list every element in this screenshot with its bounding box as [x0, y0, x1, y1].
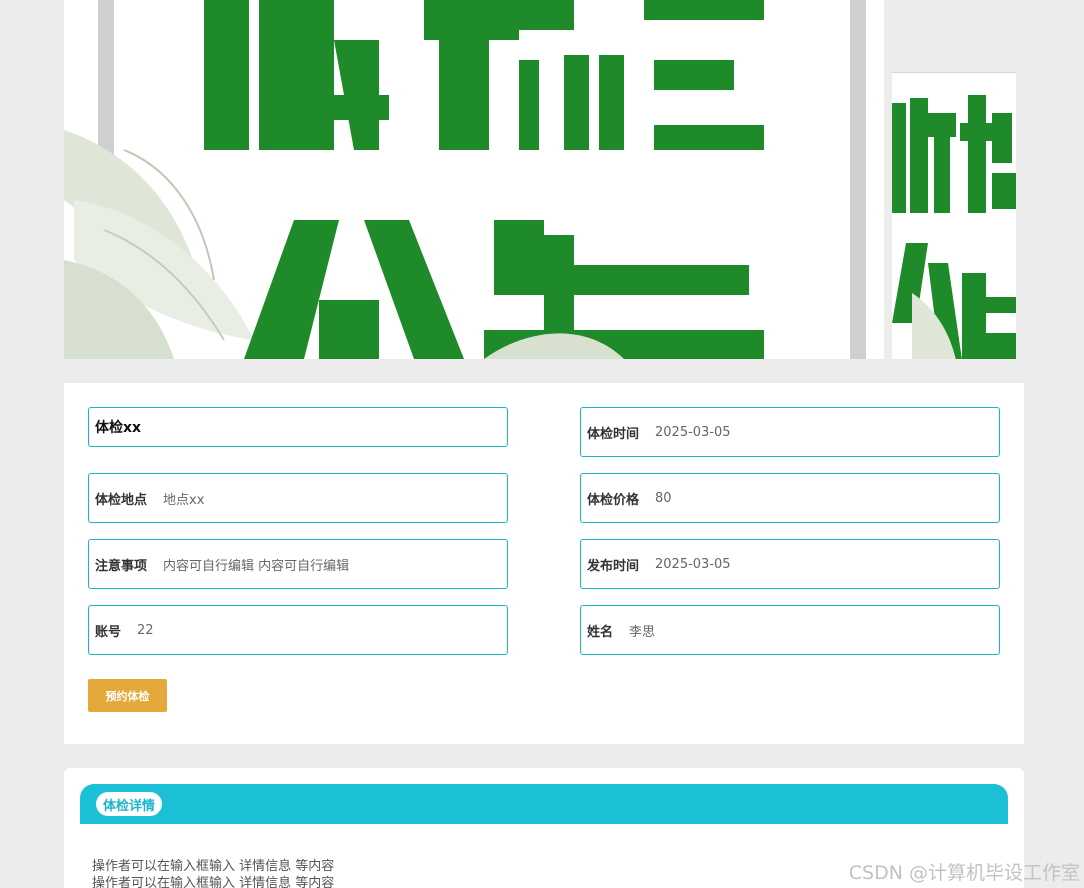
banner-image[interactable] — [64, 0, 884, 359]
exam-location-label: 体检地点 — [95, 492, 148, 508]
exam-price-label: 体检价格 — [587, 492, 640, 508]
book-exam-button[interactable]: 预约体检 — [88, 679, 167, 712]
exam-price-value: 80 — [655, 490, 672, 506]
publish-time-value: 2025-03-05 — [655, 556, 731, 572]
notes-field[interactable]: 注意事项 内容可自行编辑 内容可自行编辑 — [88, 539, 508, 589]
banner-thumbnail[interactable] — [892, 72, 1016, 359]
notes-value: 内容可自行编辑 内容可自行编辑 — [163, 558, 350, 574]
tab-exam-details[interactable]: 体检详情 — [96, 792, 163, 816]
exam-title: 体检xx — [95, 420, 142, 436]
exam-time-value: 2025-03-05 — [655, 424, 731, 440]
page: 体检xx 体检时间 2025-03-05 体检地点 地点xx 体检价格 80 注… — [0, 0, 1084, 888]
exam-location-field[interactable]: 体检地点 地点xx — [88, 473, 508, 523]
publish-time-field[interactable]: 发布时间 2025-03-05 — [580, 539, 1000, 589]
exam-time-field[interactable]: 体检时间 2025-03-05 — [580, 407, 1000, 457]
notes-label: 注意事项 — [95, 558, 148, 574]
details-header: 体检详情 — [80, 784, 1008, 824]
account-field[interactable]: 账号 22 — [88, 605, 508, 655]
publish-time-label: 发布时间 — [587, 558, 640, 574]
exam-price-field[interactable]: 体检价格 80 — [580, 473, 1000, 523]
exam-time-label: 体检时间 — [587, 426, 640, 442]
name-label: 姓名 — [587, 624, 614, 640]
title-field[interactable]: 体检xx — [88, 407, 508, 447]
exam-location-value: 地点xx — [163, 492, 205, 508]
account-value: 22 — [137, 622, 154, 638]
name-value: 李思 — [629, 624, 656, 640]
name-field[interactable]: 姓名 李思 — [580, 605, 1000, 655]
account-label: 账号 — [95, 624, 122, 640]
appointment-form: 体检xx 体检时间 2025-03-05 体检地点 地点xx 体检价格 80 注… — [64, 383, 1024, 744]
watermark: CSDN @计算机毕设工作室 — [848, 862, 1080, 884]
